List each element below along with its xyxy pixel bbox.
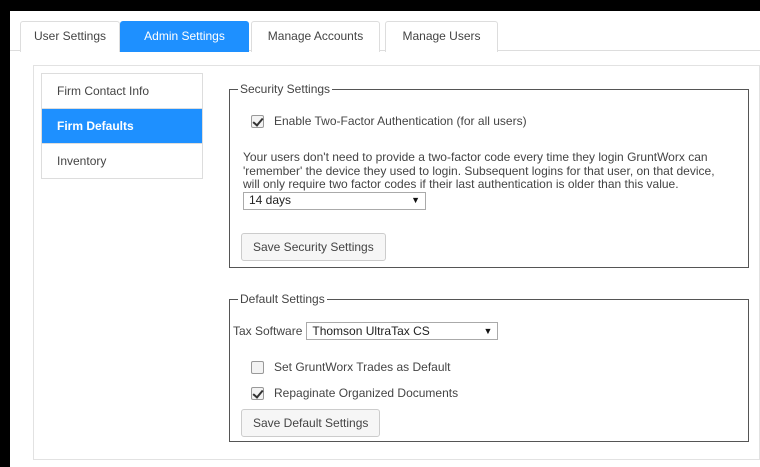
security-settings-legend: Security Settings: [240, 82, 331, 96]
two-factor-option: Enable Two-Factor Authentication (for al…: [251, 114, 527, 128]
sidebar-item-inventory[interactable]: Inventory: [42, 144, 202, 179]
two-factor-checkbox[interactable]: [251, 114, 264, 128]
trades-default-checkbox[interactable]: [251, 360, 264, 374]
tab-bar: User Settings Admin Settings Manage Acco…: [10, 11, 760, 52]
remember-duration-value: 14 days: [249, 192, 292, 207]
settings-sidebar: Firm Contact Info Firm Defaults Inventor…: [41, 73, 203, 179]
sidebar-item-firm-contact-info[interactable]: Firm Contact Info: [42, 74, 202, 109]
tab-content-panel: Firm Contact Info Firm Defaults Inventor…: [33, 65, 760, 460]
chevron-down-icon: ▼: [411, 194, 420, 205]
trades-default-option: Set GruntWorx Trades as Default: [251, 360, 451, 374]
chevron-down-icon: ▼: [483, 326, 493, 336]
settings-window: User Settings Admin Settings Manage Acco…: [10, 11, 760, 467]
save-default-settings-button[interactable]: Save Default Settings: [241, 409, 381, 437]
tax-software-row: Tax Software Thomson UltraTax CS ▼: [233, 322, 499, 340]
tab-user-settings[interactable]: User Settings: [20, 21, 120, 52]
repaginate-checkbox[interactable]: [251, 386, 264, 400]
repaginate-label: Repaginate Organized Documents: [274, 386, 459, 400]
sidebar-item-firm-defaults[interactable]: Firm Defaults: [42, 109, 202, 144]
default-settings-group: Default Settings Tax Software Thomson Ul…: [229, 292, 749, 442]
remember-duration-select[interactable]: 14 days ▼: [243, 191, 426, 210]
trades-default-label: Set GruntWorx Trades as Default: [274, 360, 451, 374]
tax-software-value: Thomson UltraTax CS: [312, 324, 430, 338]
tax-software-select[interactable]: Thomson UltraTax CS ▼: [306, 322, 499, 340]
tab-manage-accounts[interactable]: Manage Accounts: [251, 21, 380, 52]
tab-manage-users[interactable]: Manage Users: [385, 21, 498, 52]
two-factor-label: Enable Two-Factor Authentication (for al…: [274, 114, 527, 128]
tab-admin-settings[interactable]: Admin Settings: [120, 21, 249, 52]
tax-software-label: Tax Software: [233, 324, 303, 338]
remember-device-description: Your users don't need to provide a two-f…: [243, 150, 733, 210]
save-security-settings-button[interactable]: Save Security Settings: [241, 233, 386, 261]
repaginate-option: Repaginate Organized Documents: [251, 386, 458, 400]
remember-device-text: Your users don't need to provide a two-f…: [243, 150, 715, 191]
default-settings-legend: Default Settings: [240, 292, 325, 306]
security-settings-group: Security Settings Enable Two-Factor Auth…: [229, 82, 749, 268]
